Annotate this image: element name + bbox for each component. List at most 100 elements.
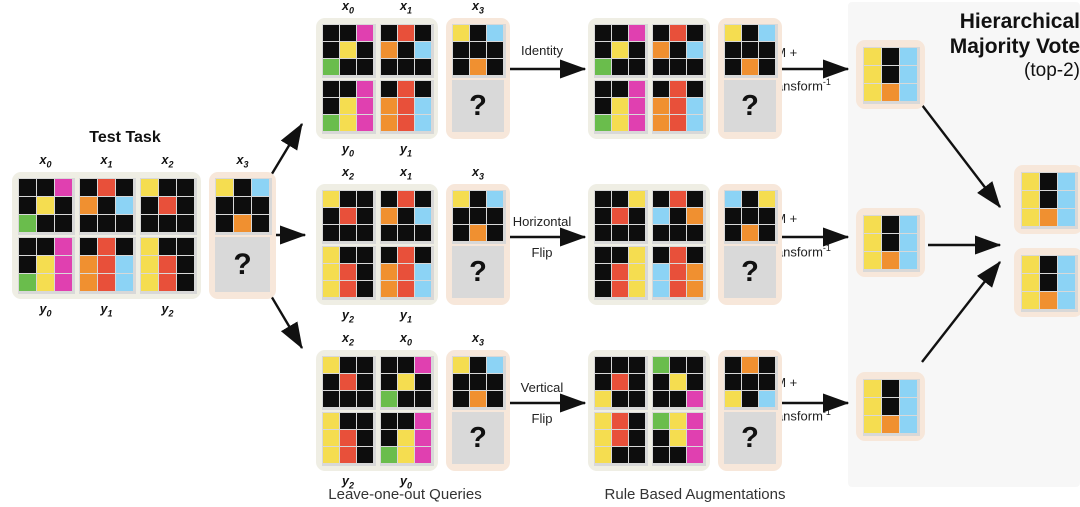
grid-cell bbox=[629, 357, 645, 373]
test-task-input-label-2: x2 bbox=[161, 153, 174, 170]
leave-out-query-row-1-output-grid-1 bbox=[380, 80, 434, 134]
grid-cell bbox=[687, 225, 703, 241]
grid-cell bbox=[629, 247, 645, 263]
grid-cell bbox=[323, 115, 339, 131]
grid-cell bbox=[653, 264, 669, 280]
grid-cell bbox=[381, 225, 397, 241]
grid-cell bbox=[415, 447, 431, 463]
grid-cell bbox=[340, 59, 356, 75]
label-subscript: 3 bbox=[478, 171, 484, 182]
grid-cell bbox=[687, 374, 703, 390]
leave-out-query-row-1-output-grid-0 bbox=[322, 80, 376, 134]
grid-cell bbox=[1040, 256, 1057, 273]
leave-out-query-row-3-output-label-0: y2 bbox=[342, 474, 354, 491]
grid-cell bbox=[453, 25, 469, 41]
grid-cell bbox=[595, 98, 611, 114]
test-task-output-label-0: y0 bbox=[39, 302, 52, 319]
grid-cell bbox=[759, 374, 775, 390]
grid-cell bbox=[453, 391, 469, 407]
grid-cell bbox=[725, 25, 741, 41]
grid-cell bbox=[323, 25, 339, 41]
grid-cell bbox=[687, 208, 703, 224]
grid-cell bbox=[864, 84, 881, 101]
grid-cell bbox=[725, 225, 741, 241]
grid-cell bbox=[98, 215, 115, 232]
grid-cell bbox=[234, 197, 251, 214]
augmented-row-3-input-grid-1 bbox=[652, 356, 706, 410]
grid-cell bbox=[55, 274, 72, 291]
grid-cell bbox=[670, 374, 686, 390]
leave-out-query-row-2-query-grid bbox=[452, 190, 506, 244]
leave-out-query-row-2-input-grid-0 bbox=[322, 190, 376, 244]
test-task-input-grid-0 bbox=[18, 178, 75, 235]
grid-cell bbox=[882, 416, 899, 433]
grid-cell bbox=[470, 225, 486, 241]
grid-cell bbox=[487, 391, 503, 407]
leave-out-query-row-1-output-label-0: y0 bbox=[342, 142, 354, 159]
test-task-input-label-1: x1 bbox=[100, 153, 113, 170]
grid-cell bbox=[381, 208, 397, 224]
grid-cell bbox=[415, 247, 431, 263]
test-task-output-grid-1 bbox=[79, 237, 136, 294]
grid-cell bbox=[612, 59, 628, 75]
grid-cell bbox=[357, 247, 373, 263]
grid-cell bbox=[415, 374, 431, 390]
grid-cell bbox=[98, 274, 115, 291]
grid-cell bbox=[629, 42, 645, 58]
grid-cell bbox=[470, 391, 486, 407]
grid-cell bbox=[1040, 292, 1057, 309]
grid-cell bbox=[1058, 173, 1075, 190]
test-task-input-grid-1 bbox=[79, 178, 136, 235]
grid-cell bbox=[340, 281, 356, 297]
grid-cell bbox=[670, 391, 686, 407]
grid-cell bbox=[323, 357, 339, 373]
leave-out-query-row-2-input-label-0: x2 bbox=[342, 165, 354, 182]
leave-out-query-row-2-output-grid-0 bbox=[322, 246, 376, 300]
grid-cell bbox=[37, 197, 54, 214]
grid-cell bbox=[864, 416, 881, 433]
grid-cell bbox=[470, 25, 486, 41]
grid-cell bbox=[595, 115, 611, 131]
leave-out-query-row-1-input-grid-1 bbox=[380, 24, 434, 78]
grid-cell bbox=[670, 357, 686, 373]
grid-cell bbox=[687, 447, 703, 463]
grid-cell bbox=[882, 84, 899, 101]
grid-cell bbox=[653, 191, 669, 207]
grid-cell bbox=[653, 225, 669, 241]
grid-cell bbox=[1022, 274, 1039, 291]
grid-cell bbox=[415, 42, 431, 58]
leave-out-query-row-1-output-label-1: y1 bbox=[400, 142, 412, 159]
grid-cell bbox=[653, 98, 669, 114]
grid-cell bbox=[653, 430, 669, 446]
grid-cell bbox=[629, 225, 645, 241]
grid-cell bbox=[381, 42, 397, 58]
grid-cell bbox=[1040, 209, 1057, 226]
grid-cell bbox=[595, 59, 611, 75]
grid-cell bbox=[900, 416, 917, 433]
grid-cell bbox=[357, 98, 373, 114]
grid-cell bbox=[415, 98, 431, 114]
grid-cell bbox=[670, 447, 686, 463]
grid-cell bbox=[98, 179, 115, 196]
grid-cell bbox=[453, 191, 469, 207]
grid-cell bbox=[381, 357, 397, 373]
leave-out-query-row-2-output-label-0: y2 bbox=[342, 308, 354, 325]
label-subscript: 0 bbox=[46, 159, 52, 170]
grid-cell bbox=[653, 391, 669, 407]
grid-cell bbox=[1040, 191, 1057, 208]
grid-cell bbox=[653, 81, 669, 97]
lm-output-1-grid bbox=[863, 47, 920, 104]
grid-cell bbox=[687, 81, 703, 97]
grid-cell bbox=[415, 281, 431, 297]
grid-cell bbox=[80, 215, 97, 232]
grid-cell bbox=[653, 374, 669, 390]
grid-cell bbox=[487, 25, 503, 41]
grid-cell bbox=[323, 447, 339, 463]
grid-cell bbox=[453, 59, 469, 75]
grid-cell bbox=[415, 225, 431, 241]
grid-cell bbox=[1040, 173, 1057, 190]
grid-cell bbox=[687, 391, 703, 407]
grid-cell bbox=[216, 197, 233, 214]
grid-cell bbox=[323, 191, 339, 207]
grid-cell bbox=[670, 247, 686, 263]
